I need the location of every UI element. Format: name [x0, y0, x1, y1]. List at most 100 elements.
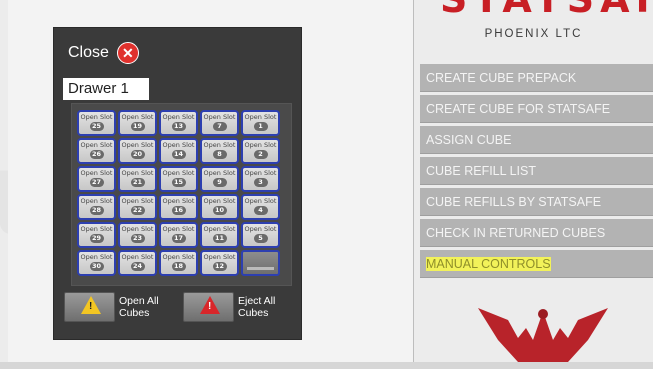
slot-label: Open Slot: [121, 141, 154, 149]
slot-number: 15: [171, 178, 186, 187]
slot-label: Open Slot: [80, 113, 113, 121]
drawer-title: Drawer 1: [63, 78, 149, 100]
slot-label: Open Slot: [203, 197, 236, 205]
company-name: PHOENIX LTC: [484, 28, 583, 40]
slot-label: Open Slot: [203, 169, 236, 177]
bottom-divider: [0, 362, 653, 369]
drawer-slot[interactable]: Open Slot 9: [200, 166, 239, 192]
menu-item[interactable]: CREATE CUBE FOR STATSAFE: [420, 95, 653, 123]
menu-item-label: CUBE REFILL LIST: [426, 164, 536, 178]
drawer-slot-empty[interactable]: [241, 250, 280, 276]
drawer-slot[interactable]: Open Slot 19: [118, 110, 157, 136]
slot-label: Open Slot: [162, 113, 195, 121]
drawer-slot[interactable]: Open Slot 12: [200, 250, 239, 276]
vertical-divider: [413, 0, 414, 362]
slot-label: Open Slot: [162, 225, 195, 233]
slot-number: 1: [253, 122, 268, 131]
slot-number: 3: [253, 178, 268, 187]
eject-all-cubes-button[interactable]: ! Eject All Cubes: [183, 291, 282, 323]
drawer-slot[interactable]: Open Slot 14: [159, 138, 198, 164]
drawer-slot[interactable]: Open Slot 10: [200, 194, 239, 220]
menu-item[interactable]: MANUAL CONTROLS: [420, 250, 653, 278]
drawer-slot[interactable]: Open Slot 16: [159, 194, 198, 220]
menu-item-label: CREATE CUBE FOR STATSAFE: [426, 102, 611, 116]
drawer-slot[interactable]: Open Slot 8: [200, 138, 239, 164]
slot-number: 29: [89, 234, 104, 243]
slot-number: 24: [130, 262, 145, 271]
slot-label: Open Slot: [121, 113, 154, 121]
close-label: Close: [68, 44, 109, 61]
menu-item[interactable]: CREATE CUBE PREPACK: [420, 64, 653, 92]
drawer-slot[interactable]: Open Slot 11: [200, 222, 239, 248]
drawer-slot[interactable]: Open Slot 13: [159, 110, 198, 136]
slot-label: Open Slot: [121, 225, 154, 233]
drawer-slot[interactable]: Open Slot 20: [118, 138, 157, 164]
drawer-slot[interactable]: Open Slot 7: [200, 110, 239, 136]
slot-number: 28: [89, 206, 104, 215]
drawer-slot[interactable]: Open Slot 3: [241, 166, 280, 192]
slot-number: 16: [171, 206, 186, 215]
slot-label: Open Slot: [162, 141, 195, 149]
open-all-label: Open All Cubes: [119, 295, 159, 319]
slot-number: 26: [89, 150, 104, 159]
drawer-slot[interactable]: Open Slot 22: [118, 194, 157, 220]
menu-item[interactable]: ASSIGN CUBE: [420, 126, 653, 154]
slot-number: 25: [89, 122, 104, 131]
menu-item-label: CUBE REFILLS BY STATSAFE: [426, 195, 602, 209]
drawer-slot[interactable]: Open Slot 2: [241, 138, 280, 164]
drawer-slot[interactable]: Open Slot 26: [77, 138, 116, 164]
slot-label: Open Slot: [80, 225, 113, 233]
menu-item-label: MANUAL CONTROLS: [426, 257, 551, 271]
menu-item[interactable]: CUBE REFILL LIST: [420, 157, 653, 185]
menu-item[interactable]: CHECK IN RETURNED CUBES: [420, 219, 653, 247]
drawer-slot[interactable]: Open Slot 24: [118, 250, 157, 276]
drawer-slot[interactable]: Open Slot 30: [77, 250, 116, 276]
drawer-slot[interactable]: Open Slot 29: [77, 222, 116, 248]
slot-label: Open Slot: [121, 197, 154, 205]
slot-label: Open Slot: [80, 197, 113, 205]
slot-number: 20: [130, 150, 145, 159]
drawer-slot[interactable]: Open Slot 1: [241, 110, 280, 136]
slot-number: 27: [89, 178, 104, 187]
phoenix-logo: [478, 308, 608, 362]
drawer-slot[interactable]: Open Slot 28: [77, 194, 116, 220]
slot-number: 7: [212, 122, 227, 131]
slot-number: 11: [212, 234, 227, 243]
open-all-cubes-button[interactable]: ! Open All Cubes: [64, 291, 167, 323]
slot-label: Open Slot: [203, 253, 236, 261]
close-button[interactable]: Close ✕: [68, 41, 139, 65]
slot-label: Open Slot: [244, 141, 277, 149]
slot-label: Open Slot: [162, 169, 195, 177]
slot-label: Open Slot: [162, 253, 195, 261]
slot-label: Open Slot: [244, 113, 277, 121]
slot-number: 14: [171, 150, 186, 159]
drawer-dialog: Close ✕ Drawer 1 Open Slot 25 Open Slot 19 O…: [53, 27, 302, 340]
drawer-slot[interactable]: Open Slot 18: [159, 250, 198, 276]
menu-item[interactable]: CUBE REFILLS BY STATSAFE: [420, 188, 653, 216]
eject-all-label: Eject All Cubes: [238, 295, 276, 319]
drawer-slot[interactable]: Open Slot 4: [241, 194, 280, 220]
slot-number: 19: [130, 122, 145, 131]
slot-label: Open Slot: [244, 197, 277, 205]
close-icon[interactable]: ✕: [116, 42, 139, 64]
slot-label: Open Slot: [203, 113, 236, 121]
slot-grid: Open Slot 25 Open Slot 19 Open Slot 13 Open Sl…: [77, 110, 280, 276]
drawer-slot[interactable]: Open Slot 23: [118, 222, 157, 248]
slot-number: 23: [130, 234, 145, 243]
drawer-slot[interactable]: Open Slot 5: [241, 222, 280, 248]
drawer-slot[interactable]: Open Slot 21: [118, 166, 157, 192]
slot-number: 30: [89, 262, 104, 271]
slot-number: 17: [171, 234, 186, 243]
drawer-slot[interactable]: Open Slot 15: [159, 166, 198, 192]
menu-item-label: CHECK IN RETURNED CUBES: [426, 226, 606, 240]
slot-grid-area: Open Slot 25 Open Slot 19 Open Slot 13 Open Sl…: [71, 103, 292, 286]
slot-label: Open Slot: [162, 197, 195, 205]
drawer-slot[interactable]: Open Slot 17: [159, 222, 198, 248]
warning-drawer-icon: !: [64, 292, 115, 322]
brand-logo-text: STATSAFE: [440, 0, 653, 18]
drawer-slot[interactable]: Open Slot 25: [77, 110, 116, 136]
slot-label: Open Slot: [244, 225, 277, 233]
slot-label: Open Slot: [80, 253, 113, 261]
slot-label: Open Slot: [121, 169, 154, 177]
drawer-slot[interactable]: Open Slot 27: [77, 166, 116, 192]
